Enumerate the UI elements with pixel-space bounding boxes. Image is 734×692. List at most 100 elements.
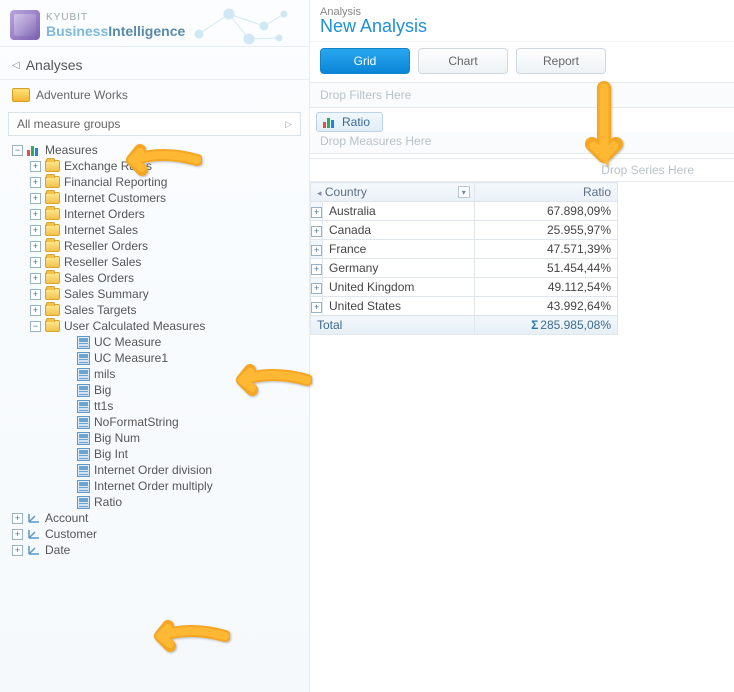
toggle-plus-icon[interactable]: + — [311, 207, 322, 218]
calc-measure-icon — [77, 400, 90, 413]
tree-dimension[interactable]: + Account — [6, 510, 303, 526]
tree-folder[interactable]: + Internet Customers — [24, 190, 303, 206]
tree-calc-measure[interactable]: tt1s — [56, 398, 303, 414]
toggle-plus-icon[interactable]: + — [12, 513, 23, 524]
tree-folder[interactable]: + Internet Orders — [24, 206, 303, 222]
col-country-label: Country — [325, 185, 367, 199]
toggle-plus-icon[interactable]: + — [30, 241, 41, 252]
toggle-plus-icon[interactable]: + — [311, 264, 322, 275]
tree-folder[interactable]: +Financial Reporting — [24, 174, 303, 190]
toggle-plus-icon[interactable]: + — [30, 289, 41, 300]
toggle-plus-icon[interactable]: + — [311, 283, 322, 294]
cube-title-row[interactable]: Adventure Works — [0, 79, 309, 110]
table-row[interactable]: +United Kingdom49.112,54% — [311, 278, 618, 297]
tree-calc-measure[interactable]: mils — [56, 366, 303, 382]
measure-group-select[interactable]: All measure groups ▷ — [8, 112, 301, 136]
folder-label: Internet Sales — [64, 223, 138, 237]
tree-folder[interactable]: + Internet Sales — [24, 222, 303, 238]
chevron-down-icon[interactable]: ▾ — [458, 186, 470, 198]
tree-folder[interactable]: +Exchange Rates — [24, 158, 303, 174]
cube-name: Adventure Works — [36, 88, 128, 102]
dimension-icon — [27, 544, 41, 556]
toggle-minus-icon[interactable]: − — [30, 321, 41, 332]
ucm-label: User Calculated Measures — [64, 319, 205, 333]
tab-grid[interactable]: Grid — [320, 48, 410, 74]
tab-chart[interactable]: Chart — [418, 48, 508, 74]
cell-country: United States — [323, 297, 475, 316]
measures-bar[interactable]: Ratio Drop Measures Here — [310, 108, 734, 154]
tree-calc-measure[interactable]: Big — [56, 382, 303, 398]
folder-label: Internet Customers — [64, 191, 166, 205]
toggle-plus-icon[interactable]: + — [311, 245, 322, 256]
toggle-plus-icon[interactable]: + — [12, 545, 23, 556]
tab-report[interactable]: Report — [516, 48, 606, 74]
tree-calc-measure[interactable]: Ratio — [56, 494, 303, 510]
calc-measure-icon — [77, 384, 90, 397]
tree-calc-measure[interactable]: UC Measure1 — [56, 350, 303, 366]
col-country[interactable]: ◂ Country ▾ — [311, 183, 475, 202]
tree-dimension[interactable]: +Customer — [6, 526, 303, 542]
cell-ratio: 25.955,97% — [474, 221, 617, 240]
toggle-plus-icon[interactable]: + — [12, 529, 23, 540]
folder-icon — [45, 272, 60, 284]
tree-calc-measure[interactable]: UC Measure — [56, 334, 303, 350]
drop-series[interactable]: Drop Series Here — [310, 159, 734, 182]
toggle-plus-icon[interactable]: + — [30, 225, 41, 236]
calc-measure-icon — [77, 368, 90, 381]
toggle-minus-icon[interactable]: − — [12, 145, 23, 156]
tree-dimension[interactable]: +Date — [6, 542, 303, 558]
folder-icon — [45, 160, 60, 172]
collapse-left-icon[interactable]: ◁ — [12, 60, 20, 71]
metadata-tree: − Measures +Exchange Rates+Financial Rep… — [0, 142, 309, 692]
cell-ratio: 49.112,54% — [474, 278, 617, 297]
tree-folder[interactable]: +Sales Orders — [24, 270, 303, 286]
toggle-plus-icon[interactable]: + — [30, 257, 41, 268]
analysis-panel: Analysis New Analysis Grid Chart Report … — [310, 0, 734, 692]
drop-measures[interactable]: Drop Measures Here — [310, 132, 734, 153]
tree-calc-measure[interactable]: Big Int — [56, 446, 303, 462]
logo-cube-icon — [10, 10, 40, 40]
toggle-plus-icon[interactable]: + — [311, 226, 322, 237]
dim-label: Account — [45, 511, 88, 525]
folder-label: Internet Orders — [64, 207, 145, 221]
cell-country: Australia — [323, 202, 475, 221]
measures-label: Measures — [45, 143, 98, 157]
toggle-plus-icon[interactable]: + — [30, 193, 41, 204]
folder-icon — [45, 224, 60, 236]
brand-intelligence: Intelligence — [108, 23, 185, 39]
tree-calc-measure[interactable]: NoFormatString — [56, 414, 303, 430]
cell-ratio: 47.571,39% — [474, 240, 617, 259]
toggle-plus-icon[interactable]: + — [30, 177, 41, 188]
tree-folder[interactable]: +Reseller Sales — [24, 254, 303, 270]
table-row[interactable]: +Germany51.454,44% — [311, 259, 618, 278]
tree-folder[interactable]: +Sales Targets — [24, 302, 303, 318]
toggle-plus-icon[interactable]: + — [30, 161, 41, 172]
panel-header[interactable]: ◁ Analyses — [0, 46, 309, 79]
tree-folder[interactable]: +Reseller Orders — [24, 238, 303, 254]
tree-folder[interactable]: + Sales Summary — [24, 286, 303, 302]
toggle-plus-icon[interactable]: + — [311, 302, 322, 313]
tree-ucm[interactable]: − User Calculated Measures — [24, 318, 303, 334]
col-ratio[interactable]: Ratio — [474, 183, 617, 202]
folder-icon — [45, 256, 60, 268]
table-row[interactable]: +France47.571,39% — [311, 240, 618, 259]
table-row[interactable]: +United States43.992,64% — [311, 297, 618, 316]
table-row[interactable]: +Australia67.898,09% — [311, 202, 618, 221]
toggle-plus-icon[interactable]: + — [30, 273, 41, 284]
tree-calc-measure[interactable]: Internet Order multiply — [56, 478, 303, 494]
calc-measure-icon — [77, 352, 90, 365]
cell-ratio: 51.454,44% — [474, 259, 617, 278]
calc-label: Internet Order multiply — [94, 479, 213, 493]
tree-calc-measure[interactable]: Internet Order division — [56, 462, 303, 478]
tree-measures[interactable]: − Measures — [6, 142, 303, 158]
analysis-header: Analysis New Analysis — [310, 0, 734, 42]
analysis-title: New Analysis — [320, 16, 724, 37]
tree-calc-measure[interactable]: Big Num — [56, 430, 303, 446]
toggle-plus-icon[interactable]: + — [30, 305, 41, 316]
drop-filters[interactable]: Drop Filters Here — [310, 82, 734, 108]
toggle-plus-icon[interactable]: + — [30, 209, 41, 220]
table-row[interactable]: +Canada25.955,97% — [311, 221, 618, 240]
folder-label: Sales Summary — [64, 287, 149, 301]
measure-chip-ratio[interactable]: Ratio — [316, 112, 383, 132]
folder-icon — [45, 288, 60, 300]
